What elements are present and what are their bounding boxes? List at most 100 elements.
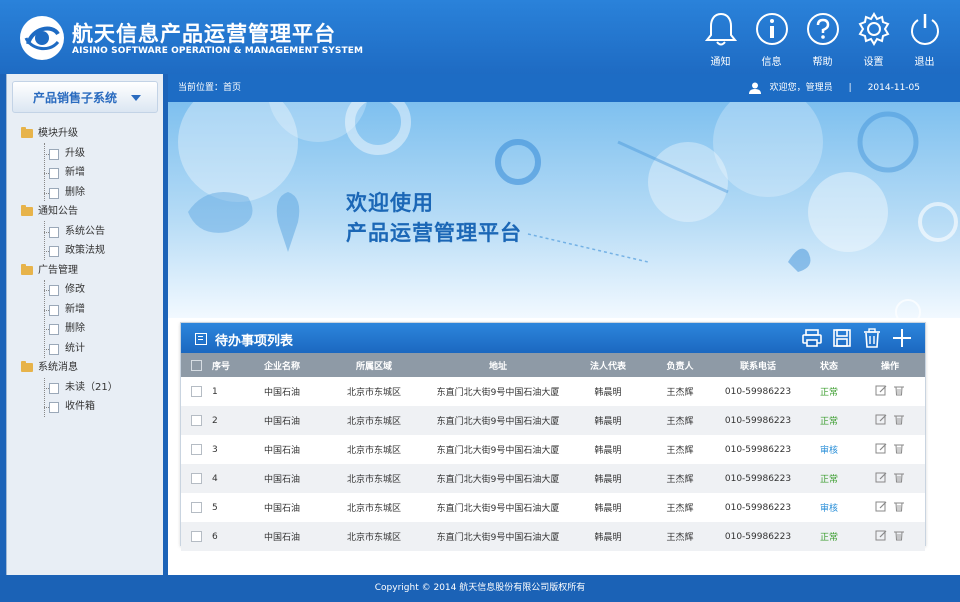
tree-item-label: 政策法规	[65, 245, 105, 256]
row-checkbox[interactable]	[190, 386, 202, 397]
select-all-checkbox[interactable]	[190, 359, 202, 371]
row-checkbox[interactable]	[190, 444, 202, 455]
help-button[interactable]: 帮助	[797, 10, 848, 68]
legal-representative: 韩晨明	[569, 522, 647, 551]
delete-icon[interactable]	[893, 442, 905, 454]
person-in-charge: 王杰辉	[666, 504, 694, 514]
tree-item-delete[interactable]: 删除	[21, 183, 161, 203]
table-row[interactable]: 6 中国石油 北京市东城区 东直门北大街9号中国石油大厦 韩晨明 王杰辉 010-59986…	[181, 522, 925, 551]
tree-item-upgrade[interactable]: 升级	[21, 144, 161, 164]
region: 北京市东城区	[346, 504, 401, 514]
table-header-row: 序号 企业名称 所属区域 地址 法人代表 负责人 联系电话 状态 操作	[181, 353, 925, 377]
phone-number: 010-59986223	[724, 444, 792, 455]
welcome-line-1: 欢迎使用	[346, 191, 434, 215]
phone-number: 010-59986223	[713, 464, 803, 493]
tree-item-system-notice[interactable]: 系统公告	[21, 222, 161, 242]
edit-icon[interactable]	[875, 413, 887, 425]
row-checkbox[interactable]	[190, 502, 202, 513]
address: 东直门北大街9号中国石油大厦	[436, 446, 560, 456]
person-in-charge: 王杰辉	[666, 446, 694, 456]
tree-item-ad-add[interactable]: 新增	[21, 300, 161, 320]
help-label: 帮助	[812, 57, 833, 68]
edit-icon[interactable]	[875, 384, 887, 396]
tree-item-label: 未读（21）	[65, 381, 118, 393]
current-date: 2014-11-05	[867, 83, 920, 93]
address: 东直门北大街9号中国石油大厦	[427, 406, 569, 435]
document-icon	[49, 343, 59, 355]
region: 北京市东城区	[321, 406, 427, 435]
save-icon[interactable]	[831, 327, 853, 349]
table-row[interactable]: 4 中国石油 北京市东城区 东直门北大街9号中国石油大厦 韩晨明 王杰辉 010-59986…	[181, 464, 925, 493]
column-header: 企业名称	[243, 353, 321, 377]
subsystem-selector[interactable]: 产品销售子系统	[12, 81, 158, 113]
company-name: 中国石油	[263, 388, 300, 398]
column-header: 状态	[803, 353, 855, 377]
edit-icon[interactable]	[875, 529, 887, 541]
status-text: 正常	[803, 406, 855, 435]
logout-button[interactable]: 退出	[899, 10, 950, 68]
nav-tree: 模块升级 升级 新增 删除 通知公告 系统公告 政策法规 广告管理 修改 新增 …	[21, 124, 161, 417]
phone-number: 010-59986223	[713, 406, 803, 435]
row-checkbox[interactable]	[190, 415, 202, 426]
address: 东直门北大街9号中国石油大厦	[427, 522, 569, 551]
trash-icon[interactable]	[861, 327, 883, 349]
add-icon[interactable]	[891, 327, 913, 349]
print-icon[interactable]	[801, 327, 823, 349]
table-row[interactable]: 5 中国石油 北京市东城区 东直门北大街9号中国石油大厦 韩晨明 王杰辉 010-59986…	[181, 493, 925, 522]
edit-icon[interactable]	[875, 500, 887, 512]
settings-label: 设置	[863, 57, 884, 68]
column-header: 法人代表	[569, 353, 647, 377]
tree-item-stats[interactable]: 统计	[21, 339, 161, 359]
tree-item-add[interactable]: 新增	[21, 163, 161, 183]
tree-folder-module-upgrade[interactable]: 模块升级	[21, 124, 161, 144]
address: 东直门北大街9号中国石油大厦	[427, 464, 569, 493]
address: 东直门北大街9号中国石油大厦	[436, 388, 560, 398]
info-button[interactable]: 信息	[746, 10, 797, 68]
list-icon	[195, 333, 207, 345]
subsystem-title: 产品销售子系统	[33, 91, 118, 105]
status-text: 正常	[803, 522, 855, 551]
row-number: 1	[212, 386, 218, 397]
column-header: 所属区域	[321, 353, 427, 377]
status-text: 审核	[819, 446, 838, 456]
settings-button[interactable]: 设置	[848, 10, 899, 68]
delete-icon[interactable]	[893, 500, 905, 512]
document-icon	[49, 382, 59, 394]
tree-folder-messages[interactable]: 系统消息	[21, 358, 161, 378]
table-body: 1 中国石油 北京市东城区 东直门北大街9号中国石油大厦 韩晨明 王杰辉 010-59986…	[181, 377, 925, 551]
tree-item-label: 删除	[65, 186, 85, 198]
tree-item-edit[interactable]: 修改	[21, 280, 161, 300]
tree-folder-ads[interactable]: 广告管理	[21, 261, 161, 281]
copyright: Copyright © 2014 航天信息股份有限公司版权所有	[374, 583, 586, 593]
document-icon	[49, 304, 59, 316]
row-select-cell	[181, 522, 211, 551]
tree-folder-notice[interactable]: 通知公告	[21, 202, 161, 222]
tree-folder-label: 广告管理	[38, 264, 78, 276]
delete-icon[interactable]	[893, 384, 905, 396]
notify-button[interactable]: 通知	[695, 10, 746, 68]
delete-icon[interactable]	[893, 413, 905, 425]
row-number: 3	[212, 444, 218, 455]
app-header: 航天信息产品运营管理平台 AISINO SOFTWARE OPERATION &…	[0, 0, 960, 74]
delete-icon[interactable]	[893, 471, 905, 483]
tree-item-unread[interactable]: 未读（21）	[21, 378, 161, 398]
row-checkbox[interactable]	[190, 531, 202, 542]
tree-item-inbox[interactable]: 收件箱	[21, 397, 161, 417]
delete-icon[interactable]	[893, 529, 905, 541]
edit-icon[interactable]	[875, 471, 887, 483]
phone-number: 010-59986223	[713, 522, 803, 551]
user-info: 欢迎您，管理员 | 2014-11-05	[748, 74, 920, 102]
folder-icon	[21, 127, 33, 138]
status-text: 正常	[803, 464, 855, 493]
row-checkbox[interactable]	[190, 473, 202, 484]
welcome-heading: 欢迎使用 产品运营管理平台	[346, 188, 522, 248]
folder-icon	[21, 361, 33, 372]
tree-item-ad-delete[interactable]: 删除	[21, 319, 161, 339]
table-row[interactable]: 3 中国石油 北京市东城区 东直门北大街9号中国石油大厦 韩晨明 王杰辉 010-59986…	[181, 435, 925, 464]
table-row[interactable]: 1 中国石油 北京市东城区 东直门北大街9号中国石油大厦 韩晨明 王杰辉 010-59986…	[181, 377, 925, 406]
document-icon	[49, 285, 59, 296]
edit-icon[interactable]	[875, 442, 887, 454]
table-row[interactable]: 2 中国石油 北京市东城区 东直门北大街9号中国石油大厦 韩晨明 王杰辉 010-59986…	[181, 406, 925, 435]
row-actions	[855, 406, 925, 435]
tree-item-policy[interactable]: 政策法规	[21, 241, 161, 261]
